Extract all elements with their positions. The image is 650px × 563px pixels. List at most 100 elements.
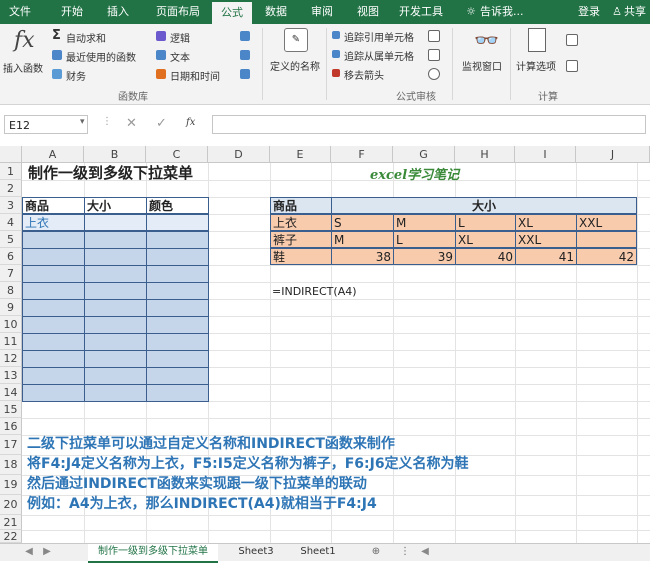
row-header[interactable]: 12 — [0, 350, 22, 367]
dropdown-cell-a4[interactable]: 上衣 — [22, 214, 85, 231]
tab-formulas[interactable]: 公式 — [212, 2, 252, 24]
trace-dependents-button[interactable]: 追踪从属单元格 — [344, 48, 414, 63]
table-cell[interactable]: XXL — [515, 231, 577, 248]
tab-review[interactable]: 审阅 — [304, 0, 340, 24]
insert-function-fx-button[interactable]: fx — [186, 117, 195, 128]
table-cell[interactable]: XXL — [576, 214, 637, 231]
lookup-icon[interactable] — [240, 31, 250, 41]
column-header[interactable]: B — [84, 146, 146, 163]
row-header[interactable]: 17 — [0, 435, 22, 455]
text-button[interactable]: 文本 — [170, 49, 190, 64]
scroll-left-icon[interactable]: ◀ — [418, 544, 432, 561]
row-header[interactable]: 6 — [0, 248, 22, 265]
size-header[interactable]: 大小 — [331, 197, 637, 214]
table-header-cell[interactable]: 大小 — [84, 197, 147, 214]
add-sheet-icon[interactable]: ⊕ — [368, 544, 384, 561]
table-cell[interactable]: 39 — [393, 248, 456, 265]
row-header[interactable]: 7 — [0, 265, 22, 282]
table-cell[interactable]: XL — [455, 231, 516, 248]
column-header[interactable]: I — [515, 146, 576, 163]
defined-names-button[interactable]: 定义的名称 — [270, 58, 320, 73]
tell-me-box[interactable]: 告诉我... — [480, 0, 540, 24]
chevron-down-icon[interactable]: ▾ — [80, 117, 85, 127]
formula-input[interactable] — [212, 115, 646, 134]
calc-options-button[interactable]: 计算选项 — [516, 58, 556, 73]
evaluate-formula-icon[interactable] — [428, 68, 440, 80]
autosum-button[interactable]: 自动求和 — [66, 30, 106, 45]
name-box[interactable]: E12 — [4, 115, 88, 134]
table-cell[interactable]: L — [393, 231, 456, 248]
tab-insert[interactable]: 插入 — [100, 0, 136, 24]
table-cell[interactable]: 裤子 — [270, 231, 332, 248]
remove-arrows-button[interactable]: 移去箭头 — [344, 67, 384, 82]
recent-functions-button[interactable]: 最近使用的函数 — [66, 49, 136, 64]
tab-home[interactable]: 开始 — [54, 0, 90, 24]
table-cell[interactable]: 38 — [331, 248, 394, 265]
row-header[interactable]: 2 — [0, 180, 22, 197]
row-header[interactable]: 20 — [0, 495, 22, 515]
row-header[interactable]: 10 — [0, 316, 22, 333]
sheet-tab[interactable]: Sheet3 — [228, 544, 284, 561]
datetime-button[interactable]: 日期和时间 — [170, 68, 220, 83]
row-header[interactable]: 13 — [0, 367, 22, 384]
row-header[interactable]: 18 — [0, 455, 22, 475]
column-header[interactable]: D — [208, 146, 270, 163]
row-header[interactable]: 8 — [0, 282, 22, 299]
sheet-tab-active[interactable]: 制作一级到多级下拉菜单 — [88, 544, 218, 563]
error-check-icon[interactable] — [428, 49, 440, 61]
row-header[interactable]: 14 — [0, 384, 22, 401]
math-icon[interactable] — [240, 50, 250, 60]
watch-window-button[interactable]: 监视窗口 — [462, 58, 502, 73]
share-button[interactable]: 共享 — [624, 0, 650, 24]
calc-now-icon[interactable] — [566, 34, 578, 46]
table-cell[interactable]: L — [455, 214, 516, 231]
trace-precedents-button[interactable]: 追踪引用单元格 — [344, 29, 414, 44]
table-cell[interactable]: 鞋 — [270, 248, 332, 265]
table-cell[interactable] — [146, 214, 209, 231]
row-header[interactable]: 5 — [0, 231, 22, 248]
row-header[interactable]: 4 — [0, 214, 22, 231]
row-header[interactable]: 11 — [0, 333, 22, 350]
table-cell[interactable] — [84, 214, 147, 231]
next-sheet-icon[interactable]: ▶ — [40, 544, 54, 561]
tab-data[interactable]: 数据 — [258, 0, 294, 24]
table-cell[interactable]: M — [393, 214, 456, 231]
row-header[interactable]: 9 — [0, 299, 22, 316]
tab-view[interactable]: 视图 — [350, 0, 386, 24]
row-header[interactable]: 19 — [0, 475, 22, 495]
calc-sheet-icon[interactable] — [566, 60, 578, 72]
sheet-tab[interactable]: Sheet1 — [290, 544, 346, 561]
table-cell[interactable] — [576, 231, 637, 248]
select-all-corner[interactable] — [0, 146, 22, 163]
column-header[interactable]: J — [576, 146, 650, 163]
finance-button[interactable]: 财务 — [66, 68, 86, 83]
more-functions-icon[interactable] — [240, 69, 250, 79]
row-header[interactable]: 22 — [0, 530, 22, 543]
column-header[interactable]: A — [22, 146, 84, 163]
table-cell[interactable]: S — [331, 214, 394, 231]
logic-button[interactable]: 逻辑 — [170, 30, 190, 45]
column-header[interactable]: G — [393, 146, 455, 163]
table-cell[interactable]: 41 — [515, 248, 577, 265]
table-header-cell[interactable]: 颜色 — [146, 197, 209, 214]
table-cell[interactable]: 42 — [576, 248, 637, 265]
row-header[interactable]: 16 — [0, 418, 22, 435]
table-cell[interactable]: 40 — [455, 248, 516, 265]
tab-developer[interactable]: 开发工具 — [396, 0, 446, 24]
show-formulas-icon[interactable] — [428, 30, 440, 42]
row-header[interactable]: 1 — [0, 163, 22, 180]
column-header[interactable]: F — [331, 146, 393, 163]
row-header[interactable]: 21 — [0, 515, 22, 530]
tab-page-layout[interactable]: 页面布局 — [148, 0, 208, 24]
column-header[interactable]: E — [270, 146, 331, 163]
column-header[interactable]: C — [146, 146, 208, 163]
prev-sheet-icon[interactable]: ◀ — [22, 544, 36, 561]
table-header-cell[interactable]: 商品 — [22, 197, 85, 214]
insert-function-button[interactable]: 插入函数 — [3, 60, 43, 75]
enter-icon[interactable]: ✓ — [156, 116, 167, 131]
table-cell[interactable]: 上衣 — [270, 214, 332, 231]
table-cell[interactable]: M — [331, 231, 394, 248]
login-link[interactable]: 登录 — [574, 0, 604, 24]
tab-file[interactable]: 文件 — [4, 0, 36, 24]
row-header[interactable]: 15 — [0, 401, 22, 418]
